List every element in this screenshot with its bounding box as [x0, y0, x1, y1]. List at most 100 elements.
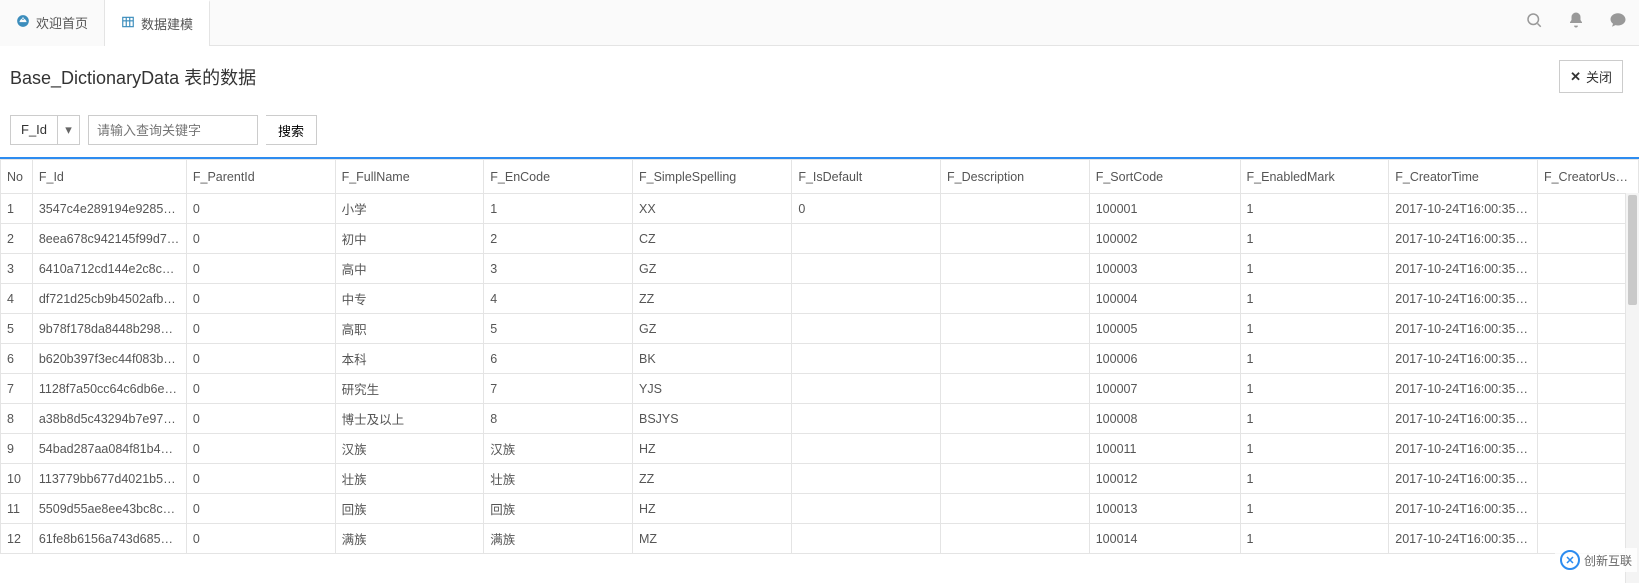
vertical-scrollbar[interactable] [1625, 193, 1639, 583]
close-button[interactable]: ✕ 关闭 [1559, 60, 1623, 93]
cell-sort: 100005 [1089, 314, 1240, 344]
caret-down-icon: ▾ [65, 122, 72, 138]
cell-cuid [1537, 194, 1638, 224]
cell-simp: BK [632, 344, 791, 374]
cell-enab: 1 [1240, 464, 1389, 494]
cell-simp: YJS [632, 374, 791, 404]
close-icon: ✕ [1570, 69, 1581, 85]
col-header-enab[interactable]: F_EnabledMark [1240, 160, 1389, 194]
cell-simp: GZ [632, 254, 791, 284]
cell-def [792, 284, 941, 314]
col-header-desc[interactable]: F_Description [941, 160, 1090, 194]
cell-id: 61fe8b6156a743d685d050 [32, 524, 186, 554]
cell-def [792, 254, 941, 284]
data-table-wrap: No F_Id F_ParentId F_FullName F_EnCode F… [0, 157, 1639, 583]
col-header-sort[interactable]: F_SortCode [1089, 160, 1240, 194]
tab-data-model[interactable]: 数据建模 [105, 0, 210, 46]
table-row[interactable]: 954bad287aa084f81b40c6b0汉族汉族HZ1000111201… [1, 434, 1639, 464]
cell-pid: 0 [186, 464, 335, 494]
filter-field-select[interactable]: F_Id ▾ [10, 115, 80, 145]
col-header-def[interactable]: F_IsDefault [792, 160, 941, 194]
cell-cuid [1537, 464, 1638, 494]
cell-desc [941, 404, 1090, 434]
cell-sort: 100003 [1089, 254, 1240, 284]
cell-time: 2017-10-24T16:00:35.467 [1389, 524, 1538, 554]
cell-en: 汉族 [484, 434, 633, 464]
search-icon [1525, 11, 1543, 34]
header-notifications-button[interactable] [1555, 0, 1597, 46]
table-row[interactable]: 36410a712cd144e2c8ce5e00高中3GZ10000312017… [1, 254, 1639, 284]
cell-time: 2017-10-24T16:00:35.457 [1389, 374, 1538, 404]
table-header-row: No F_Id F_ParentId F_FullName F_EnCode F… [1, 160, 1639, 194]
table-row[interactable]: 13547c4e289194e92854fec0小学1XX01000011201… [1, 194, 1639, 224]
col-header-id[interactable]: F_Id [32, 160, 186, 194]
col-header-simp[interactable]: F_SimpleSpelling [632, 160, 791, 194]
cell-def [792, 464, 941, 494]
search-button[interactable]: 搜索 [266, 115, 317, 145]
cell-cuid [1537, 524, 1638, 554]
cell-full: 汉族 [335, 434, 484, 464]
cell-full: 回族 [335, 494, 484, 524]
header-search-button[interactable] [1513, 0, 1555, 46]
cell-sort: 100006 [1089, 344, 1240, 374]
cell-enab: 1 [1240, 374, 1389, 404]
cell-cuid [1537, 344, 1638, 374]
cell-cuid [1537, 224, 1638, 254]
cell-simp: ZZ [632, 284, 791, 314]
col-header-en[interactable]: F_EnCode [484, 160, 633, 194]
cell-en: 1 [484, 194, 633, 224]
cell-desc [941, 494, 1090, 524]
filter-field-caret[interactable]: ▾ [58, 115, 80, 145]
table-row[interactable]: 6b620b397f3ec44f083b0df90本科6BK1000061201… [1, 344, 1639, 374]
col-header-cuid[interactable]: F_CreatorUserId [1537, 160, 1638, 194]
cell-pid: 0 [186, 254, 335, 284]
cell-full: 研究生 [335, 374, 484, 404]
cell-cuid [1537, 434, 1638, 464]
cell-time: 2017-10-24T16:00:35.457 [1389, 344, 1538, 374]
cell-id: 3547c4e289194e92854fec [32, 194, 186, 224]
cell-no: 10 [1, 464, 33, 494]
cell-no: 2 [1, 224, 33, 254]
cell-enab: 1 [1240, 344, 1389, 374]
cell-no: 7 [1, 374, 33, 404]
cell-desc [941, 314, 1090, 344]
cell-full: 本科 [335, 344, 484, 374]
col-header-time[interactable]: F_CreatorTime [1389, 160, 1538, 194]
close-label: 关闭 [1586, 67, 1612, 86]
table-row[interactable]: 4df721d25cb9b4502afb4fe90中专4ZZ1000041201… [1, 284, 1639, 314]
table-row[interactable]: 8a38b8d5c43294b7e97c04c0博士及以上8BSJYS10000… [1, 404, 1639, 434]
table-row[interactable]: 71128f7a50cc64c6db6eed460研究生7YJS10000712… [1, 374, 1639, 404]
search-input[interactable] [88, 115, 258, 145]
table-row[interactable]: 28eea678c942145f99d78780初中2CZ10000212017… [1, 224, 1639, 254]
table-row[interactable]: 1261fe8b6156a743d685d0500满族满族MZ100014120… [1, 524, 1639, 554]
cell-sort: 100002 [1089, 224, 1240, 254]
cell-time: 2017-10-24T16:00:35.283 [1389, 194, 1538, 224]
cell-full: 满族 [335, 524, 484, 554]
cell-time: 2017-10-24T16:00:35.457 [1389, 404, 1538, 434]
tab-welcome[interactable]: 欢迎首页 [0, 0, 105, 46]
col-header-full[interactable]: F_FullName [335, 160, 484, 194]
cell-desc [941, 254, 1090, 284]
table-row[interactable]: 59b78f178da8448b298bc530高职5GZ10000512017… [1, 314, 1639, 344]
cell-pid: 0 [186, 194, 335, 224]
cell-time: 2017-10-24T16:00:35.447 [1389, 224, 1538, 254]
cell-def [792, 434, 941, 464]
header-chat-button[interactable] [1597, 0, 1639, 46]
cell-no: 3 [1, 254, 33, 284]
table-row[interactable]: 10113779bb677d4021b54b100壮族壮族ZZ100012120… [1, 464, 1639, 494]
cell-no: 12 [1, 524, 33, 554]
col-header-no[interactable]: No [1, 160, 33, 194]
page-header: Base_DictionaryData 表的数据 ✕ 关闭 [0, 46, 1639, 107]
cell-simp: XX [632, 194, 791, 224]
scrollbar-thumb[interactable] [1628, 195, 1637, 305]
cell-def: 0 [792, 194, 941, 224]
cell-id: 8eea678c942145f99d7878 [32, 224, 186, 254]
cell-en: 回族 [484, 494, 633, 524]
col-header-pid[interactable]: F_ParentId [186, 160, 335, 194]
cell-desc [941, 434, 1090, 464]
table-row[interactable]: 115509d55ae8ee43bc8c25ac0回族回族HZ100013120… [1, 494, 1639, 524]
cell-sort: 100014 [1089, 524, 1240, 554]
cell-pid: 0 [186, 224, 335, 254]
cell-def [792, 374, 941, 404]
cell-sort: 100001 [1089, 194, 1240, 224]
